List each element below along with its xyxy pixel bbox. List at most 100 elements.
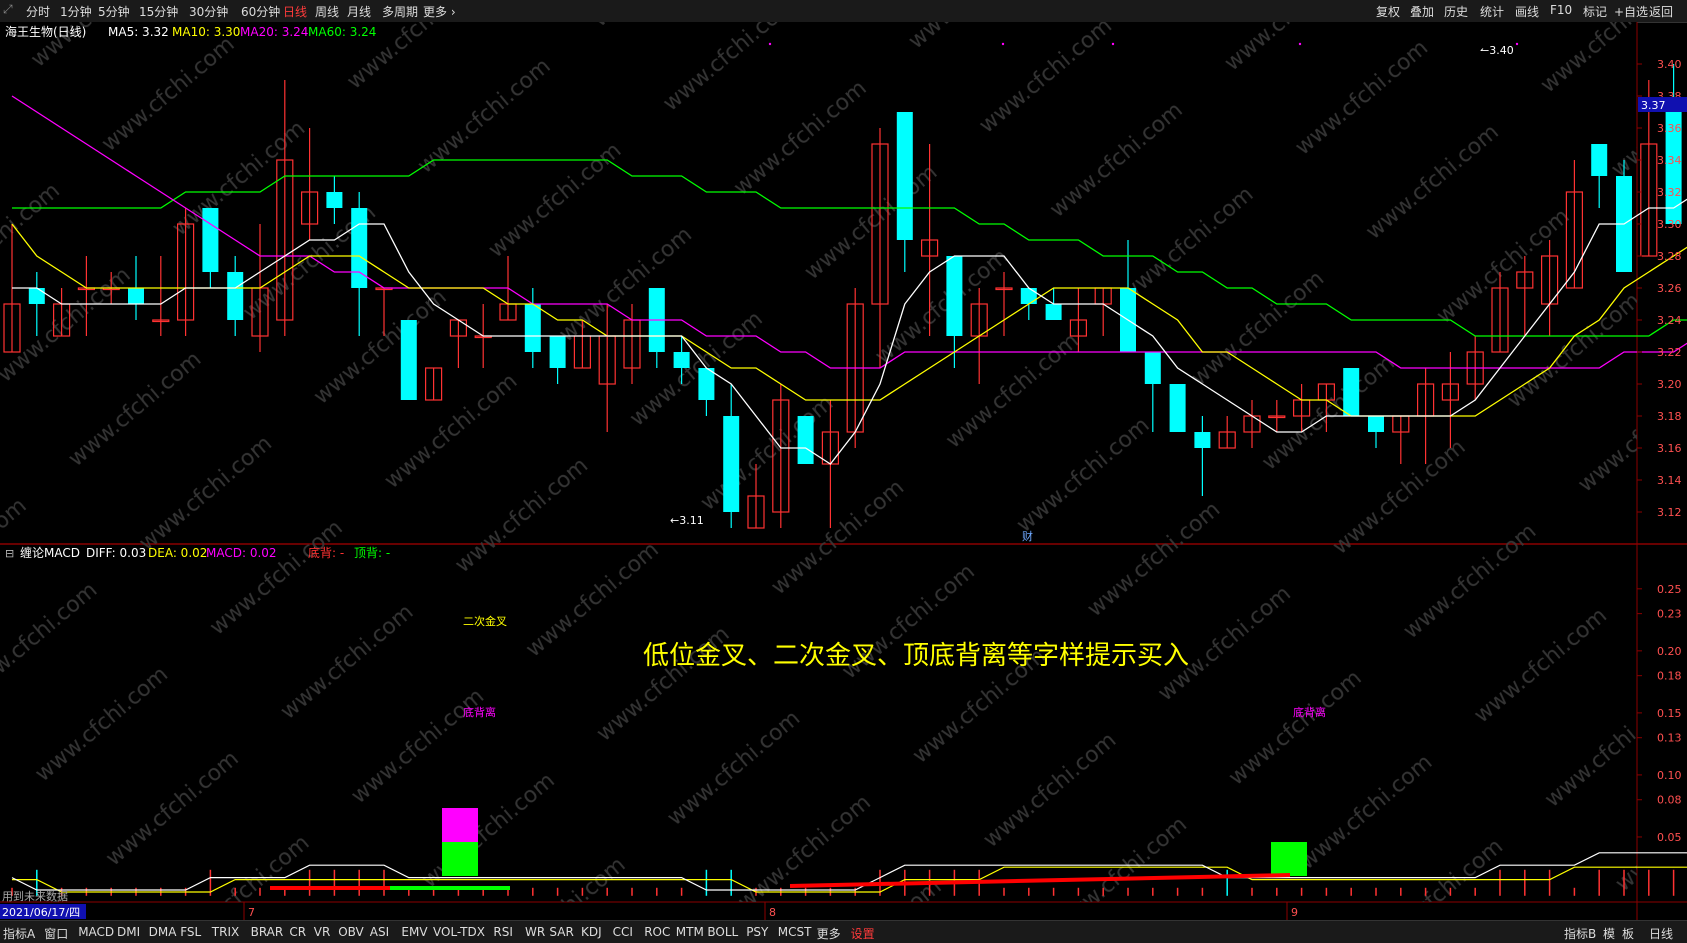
indicator-b-tab-2[interactable]: 板 — [1622, 925, 1634, 942]
indicator-tab-6[interactable]: TRIX — [212, 925, 239, 939]
watermark — [0, 22, 1637, 902]
indicator-tab-11[interactable]: ASI — [370, 925, 389, 939]
golden-cross-signal-block-2 — [1271, 842, 1307, 876]
indicator-tab-15[interactable]: WR — [525, 925, 545, 939]
macd-tick-2: 0.20 — [1657, 645, 1682, 658]
high-price-label: ↼3.40 — [1480, 44, 1514, 57]
tool-button-8[interactable]: 返回 — [1649, 3, 1673, 20]
candle-body-1 — [28, 288, 45, 304]
macd-tick-7: 0.08 — [1657, 794, 1682, 807]
candle-body-8 — [202, 208, 219, 272]
candle-body-13 — [326, 192, 343, 208]
period-tab-6[interactable]: 日线 — [283, 3, 307, 20]
bottom-divergence-label-1: 底背离 — [463, 705, 496, 719]
month-label-0: 7 — [248, 906, 255, 919]
top-dot-3 — [1298, 42, 1302, 46]
candle-body-16 — [400, 320, 417, 400]
bottom-divergence-label-2: 底背离 — [1293, 705, 1326, 719]
indicator-tab-9[interactable]: VR — [314, 925, 331, 939]
indicator-tab-13[interactable]: VOL-TDX — [433, 925, 485, 939]
indicator-tab-19[interactable]: ROC — [644, 925, 670, 939]
indicator-tab-10[interactable]: OBV — [338, 925, 364, 939]
indicator-b-tab-1[interactable]: 模 — [1603, 925, 1615, 942]
indicator-tab-1[interactable]: 窗口 — [44, 925, 68, 942]
candle-body-54 — [1343, 368, 1360, 416]
period-tab-7[interactable]: 周线 — [315, 3, 339, 20]
indicator-tab-14[interactable]: RSI — [493, 925, 513, 939]
tool-button-5[interactable]: F10 — [1550, 3, 1572, 17]
candle-body-41 — [1020, 288, 1037, 304]
indicator-tab-7[interactable]: BRAR — [251, 925, 284, 939]
indicator-tab-21[interactable]: BOLL — [707, 925, 738, 939]
golden-cross-signal-block-1 — [442, 842, 478, 876]
tool-button-0[interactable]: 复权 — [1376, 3, 1400, 20]
indicator-b-tab-0[interactable]: 指标B — [1564, 925, 1596, 942]
candle-body-28 — [698, 368, 715, 400]
period-tab-5[interactable]: 60分钟 — [241, 3, 280, 20]
tool-button-1[interactable]: 叠加 — [1410, 3, 1434, 20]
indicator-tab-8[interactable]: CR — [289, 925, 306, 939]
candle-body-47 — [1169, 384, 1186, 432]
period-tab-2[interactable]: 5分钟 — [98, 3, 130, 20]
dingbei-label: 顶背: - — [354, 546, 390, 560]
indicator-tab-23[interactable]: MCST — [778, 925, 812, 939]
candle-body-42 — [1045, 304, 1062, 320]
indicator-tab-16[interactable]: SAR — [549, 925, 573, 939]
expand-icon[interactable]: ⤢ — [3, 2, 13, 17]
period-tab-3[interactable]: 15分钟 — [139, 3, 178, 20]
indicator-tab-5[interactable]: FSL — [180, 925, 201, 939]
indicator-tab-22[interactable]: PSY — [746, 925, 768, 939]
tool-button-4[interactable]: 画线 — [1515, 3, 1539, 20]
indicator-tab-25[interactable]: 设置 — [851, 925, 875, 942]
finance-marker: 财 — [1022, 529, 1033, 543]
candle-body-29 — [723, 416, 740, 512]
indicator-tabs: 指标A 窗口 MACD DMI DMA FSL TRIX BRAR CR VR OBV ASI EMV V… — [0, 920, 1687, 943]
candle-body-38 — [946, 256, 963, 336]
indicator-tab-4[interactable]: DMA — [149, 925, 177, 939]
macd-tick-8: 0.05 — [1657, 831, 1682, 844]
macd-tick-0: 0.25 — [1657, 583, 1682, 596]
candle-body-64 — [1591, 144, 1608, 176]
macd-tick-3: 0.18 — [1657, 670, 1682, 683]
price-tick-10: 3.20 — [1657, 378, 1682, 391]
dea-label: DEA: 0.02 — [148, 546, 207, 560]
indicator-name: 缠论MACD — [20, 545, 80, 560]
tool-button-3[interactable]: 统计 — [1480, 3, 1504, 20]
price-tick-2: 3.36 — [1657, 122, 1682, 135]
indicator-tab-2[interactable]: MACD — [78, 925, 114, 939]
period-tab-4[interactable]: 30分钟 — [189, 3, 228, 20]
period-tab-0[interactable]: 分时 — [26, 3, 50, 20]
main-header: 海王生物(日线) MA5: 3.32 MA10: 3.30 MA20: 3.24… — [5, 24, 376, 39]
indicator-tab-17[interactable]: KDJ — [581, 925, 602, 939]
candle-body-55 — [1368, 416, 1384, 432]
candle-body-21 — [524, 304, 541, 352]
candle-body-5 — [128, 288, 144, 304]
current-price-label: 3.37 — [1641, 99, 1666, 112]
kline-chart[interactable]: www.cfchi.com 3.403.383.363.343.323.303.… — [0, 22, 1687, 920]
period-tab-10[interactable]: 更多 › — [423, 3, 456, 20]
tool-button-7[interactable]: +自选 — [1614, 3, 1648, 20]
ma10-label: MA10: 3.30 — [172, 25, 240, 39]
indicator-tab-3[interactable]: DMI — [117, 925, 140, 939]
period-tab-9[interactable]: 多周期 — [382, 3, 418, 20]
indicator-tab-0[interactable]: 指标A — [3, 925, 35, 942]
price-tick-13: 3.14 — [1657, 474, 1682, 487]
price-tick-8: 3.24 — [1657, 314, 1682, 327]
price-tick-7: 3.26 — [1657, 282, 1682, 295]
tool-button-6[interactable]: 标记 — [1583, 3, 1607, 20]
indicator-tab-12[interactable]: EMV — [401, 925, 427, 939]
period-tab-1[interactable]: 1分钟 — [60, 3, 92, 20]
indicator-tab-20[interactable]: MTM — [676, 925, 704, 939]
candle-body-32 — [797, 416, 814, 464]
stock-name: 海王生物(日线) — [5, 24, 86, 39]
macd-tick-4: 0.15 — [1657, 707, 1682, 720]
macd-label: MACD: 0.02 — [206, 546, 277, 560]
month-label-1: 8 — [769, 906, 776, 919]
macd-tick-5: 0.13 — [1657, 732, 1682, 745]
tool-button-2[interactable]: 历史 — [1444, 3, 1468, 20]
indicator-tab-18[interactable]: CCI — [613, 925, 633, 939]
indicator-tab-24[interactable]: 更多 — [817, 925, 841, 942]
macd-tick-6: 0.10 — [1657, 769, 1682, 782]
period-tab-8[interactable]: 月线 — [347, 3, 371, 20]
macd-tick-1: 0.23 — [1657, 608, 1682, 621]
